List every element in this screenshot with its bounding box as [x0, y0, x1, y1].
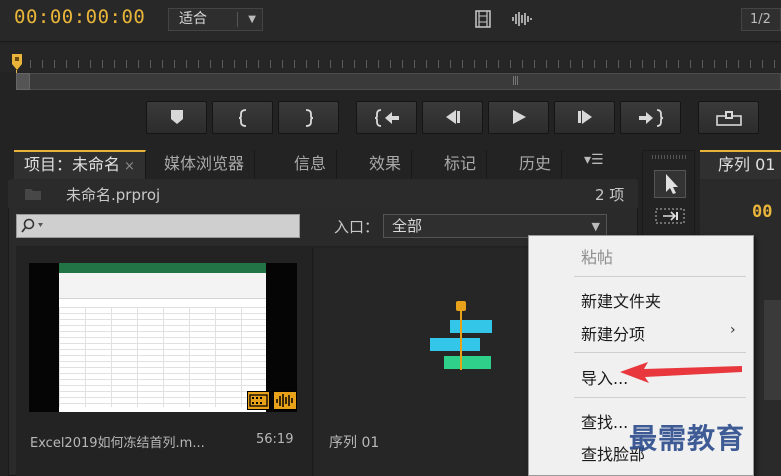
mark-in-button[interactable] [212, 101, 273, 134]
zoom-scrollbar[interactable] [16, 73, 781, 90]
panel-grip[interactable] [652, 155, 686, 159]
sequence-icon [430, 301, 492, 370]
add-marker-button[interactable] [146, 101, 207, 134]
zoom-level-value: 适合 [179, 11, 207, 27]
excel-preview-image [59, 263, 266, 412]
tab-markers-label: 标记 [444, 154, 477, 173]
tab-media-browser-label: 媒体浏览器 [164, 154, 245, 173]
go-to-in-icon [374, 109, 399, 127]
watermark-logo: 最需教育 [629, 422, 746, 455]
excel-ribbon [59, 273, 266, 299]
menu-divider [574, 276, 746, 277]
submenu-arrow-icon: › [730, 322, 736, 338]
insert-button[interactable] [698, 101, 759, 134]
tab-history[interactable]: 历史 [509, 150, 563, 179]
tab-effects-label: 效果 [369, 154, 402, 173]
entry-label: 入口： [334, 218, 380, 236]
timeline-track-strip [764, 300, 781, 400]
tab-history-label: 历史 [519, 154, 552, 173]
track-select-tool-icon[interactable] [654, 206, 686, 226]
menu-item-new-folder[interactable]: 新建文件夹 [581, 288, 661, 312]
video-badge-icon [247, 391, 270, 410]
tab-info[interactable]: 信息 [284, 150, 338, 179]
search-input[interactable] [16, 214, 300, 238]
sequence-name: 序列 01 [329, 435, 380, 451]
annotation-arrow-icon [620, 362, 742, 383]
folder-icon [25, 189, 41, 200]
chevron-down-icon: ▼ [248, 14, 256, 25]
panel-menu-icon[interactable]: ▾☰ [584, 152, 604, 168]
playhead-timecode[interactable]: 00:00:00:00 [14, 6, 145, 28]
step-forward-button[interactable] [554, 101, 615, 134]
mark-out-button[interactable] [278, 101, 339, 134]
excel-grid [59, 307, 266, 407]
play-button[interactable] [488, 101, 549, 134]
go-to-in-button[interactable] [356, 101, 417, 134]
tab-effects[interactable]: 效果 [359, 150, 413, 179]
close-icon[interactable]: × [124, 159, 135, 174]
scrollbar-handle[interactable] [16, 73, 30, 90]
menu-item-new-item[interactable]: 新建分项 [581, 321, 645, 345]
clip-name: Excel2019如何冻结首列.m... [30, 436, 205, 451]
tab-media-browser[interactable]: 媒体浏览器 [154, 150, 256, 179]
clip-duration: 56:19 [256, 432, 294, 447]
mark-out-icon [305, 109, 313, 127]
project-file-name: 未命名.prproj [66, 186, 161, 204]
timeline-timecode[interactable]: 00 [752, 202, 772, 222]
playhead-marker-icon[interactable] [11, 53, 23, 71]
play-icon [512, 110, 526, 124]
page-indicator[interactable]: 1/2 [741, 8, 781, 31]
scrollbar-grip-icon: ||| [512, 76, 519, 86]
audio-waveform-icon[interactable] [511, 10, 533, 28]
item-count: 2 项 [595, 186, 625, 204]
mark-in-icon [238, 109, 246, 127]
tab-markers[interactable]: 标记 [434, 150, 488, 179]
go-to-out-icon [638, 109, 663, 127]
tab-project[interactable]: 项目：未命名 × [14, 150, 146, 179]
menu-item-paste: 粘帖 [581, 248, 614, 267]
tab-sequence[interactable]: 序列 01 [700, 150, 781, 179]
audio-badge-icon [273, 391, 297, 410]
menu-divider [574, 397, 746, 398]
selection-tool-button[interactable] [654, 170, 686, 198]
insert-icon [715, 111, 742, 126]
zoom-level-dropdown[interactable]: 适合 ▼ [168, 8, 263, 31]
marker-icon [170, 110, 183, 124]
tab-info-label: 信息 [294, 154, 327, 173]
step-forward-icon [577, 110, 592, 124]
go-to-out-button[interactable] [620, 101, 681, 134]
dropdown-divider [237, 12, 238, 27]
step-back-icon [445, 110, 460, 124]
search-icon [21, 218, 43, 233]
ruler-ticks [30, 60, 781, 68]
menu-divider [574, 352, 746, 353]
menu-item-find[interactable]: 查找... [581, 409, 628, 433]
entry-filter-value: 全部 [392, 217, 423, 235]
tab-project-label: 项目：未命名 [24, 155, 121, 174]
cursor-arrow-icon [666, 174, 678, 194]
film-icon[interactable] [474, 10, 492, 28]
step-back-button[interactable] [422, 101, 483, 134]
